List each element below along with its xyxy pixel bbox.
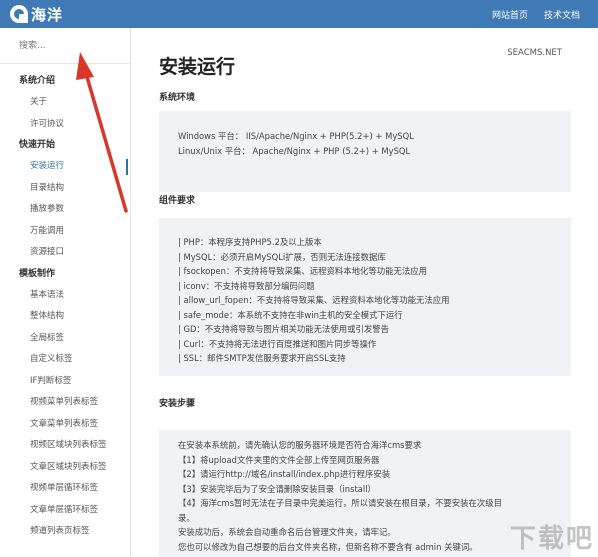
- environment-line: Linux/Unix 平台： Apache/Nginx + PHP (5.2+)…: [178, 145, 411, 156]
- install-step-line: 在安装本系统前，请先确认您的服务器环境是否符合海洋cms要求: [178, 440, 422, 450]
- section-heading-environment: 系统环境: [159, 93, 196, 103]
- site-logo[interactable]: 海洋: [10, 4, 63, 24]
- site-tag: SEACMS.NET: [507, 48, 562, 58]
- nav-link-docs[interactable]: 技术文档: [544, 8, 580, 21]
- install-step-line: 【3】安装完毕后为了安全请删除安装目录（install）: [178, 483, 376, 494]
- component-line: | MySQL：必须开启MySQLi扩展，否则无法连接数据库: [178, 251, 386, 262]
- sidebar-item-custom-tags[interactable]: 自定义标签: [0, 349, 130, 371]
- component-line: | Curl：不支持将无法进行百度推送和图片同步等操作: [178, 338, 377, 349]
- watermark: 下载吧: [509, 524, 594, 554]
- top-nav: 网站首页 技术文档: [476, 0, 580, 28]
- top-navigation-bar: 海洋 网站首页 技术文档: [0, 0, 598, 28]
- install-step-line: 【2】请运行http://域名/install/index.php进行程序安装: [178, 469, 391, 479]
- sidebar-item-universal-call[interactable]: 万能调用: [0, 221, 130, 243]
- sidebar-item-video-block-list-tags[interactable]: 视频区域块列表标签: [0, 435, 130, 457]
- sidebar-item-article-block-list-tags[interactable]: 文章区域块列表标签: [0, 457, 130, 479]
- nav-link-home[interactable]: 网站首页: [492, 8, 528, 21]
- page-title: 安装运行: [159, 56, 236, 78]
- component-line: | safe_mode：本系统不支持在非win主机的安全模式下运行: [178, 309, 403, 320]
- component-line: | fsockopen：不支持将导致采集、远程资料本地化等功能无法应用: [178, 266, 427, 276]
- sidebar-item-video-loop-tags[interactable]: 视频单层循环标签: [0, 478, 130, 500]
- nav-group-template-making: 模板制作: [19, 268, 56, 279]
- sidebar-item-resource-api[interactable]: 资源接口: [0, 242, 130, 264]
- environment-block: Windows 平台： IIS/Apache/Nginx + PHP(5.2+)…: [159, 111, 571, 192]
- section-heading-components: 组件要求: [159, 196, 196, 206]
- component-line: | allow_url_fopen：不支持将导致采集、远程资料本地化等功能无法应…: [178, 295, 450, 305]
- install-step-line: 【1】将upload文件夹里的文件全部上传至网页服务器: [178, 454, 380, 465]
- sidebar-item-article-menu-list-tags[interactable]: 文章菜单列表标签: [0, 414, 130, 436]
- nav-group-quick-start: 快速开始: [19, 140, 56, 150]
- sidebar-item-directory-structure[interactable]: 目录结构: [0, 178, 130, 200]
- sidebar-item-article-loop-tags[interactable]: 文章单层循环标签: [0, 500, 130, 522]
- sidebar-item-license[interactable]: 许可协议: [0, 114, 130, 136]
- component-line: | SSL：邮件SMTP发信服务要求开启SSL支持: [178, 353, 346, 363]
- sidebar-item-about[interactable]: 关于: [0, 92, 130, 114]
- environment-line: Windows 平台： IIS/Apache/Nginx + PHP(5.2+)…: [178, 131, 414, 141]
- component-line: | iconv：不支持将导致部分编码问题: [178, 280, 315, 291]
- nav-group-system-intro: 系统介绍: [19, 76, 56, 86]
- component-line: | GD：不支持将导致与图片相关功能无法使用或引发警告: [178, 324, 390, 334]
- main-content: SEACMS.NET 安装运行 系统环境 Windows 平台： IIS/Apa…: [131, 28, 598, 557]
- sidebar-item-basic-syntax[interactable]: 基本语法: [0, 285, 130, 307]
- components-block: | PHP：本程序支持PHP5.2及以上版本 | MySQL：必须开启MySQL…: [159, 218, 571, 376]
- sidebar-item-player-params[interactable]: 播放参数: [0, 199, 130, 221]
- component-line: | PHP：本程序支持PHP5.2及以上版本: [178, 237, 322, 247]
- install-step-line: 【4】海洋cms暂时无法在子目录中完美运行，所以请安装在根目录，不要安装在次级目: [178, 498, 502, 508]
- sidebar-item-overall-structure[interactable]: 整体结构: [0, 306, 130, 328]
- sidebar-item-global-tags[interactable]: 全局标签: [0, 328, 130, 350]
- sidebar-nav: 系统介绍 关于 许可协议 快速开始 安装运行 目录结构 播放参数 万能调用 资源…: [0, 71, 130, 543]
- sidebar-item-if-tags[interactable]: IF判断标签: [0, 371, 130, 393]
- sidebar: 系统介绍 关于 许可协议 快速开始 安装运行 目录结构 播放参数 万能调用 资源…: [0, 28, 131, 557]
- logo-icon: [10, 5, 28, 23]
- search-box: [0, 28, 130, 64]
- section-heading-install-steps: 安装步骤: [159, 399, 196, 409]
- logo-text: 海洋: [31, 5, 64, 24]
- search-input[interactable]: [0, 28, 120, 64]
- sidebar-item-install-run[interactable]: 安装运行: [0, 156, 130, 178]
- sidebar-item-video-menu-list-tags[interactable]: 视频菜单列表标签: [0, 392, 130, 414]
- sidebar-item-channel-list-tags[interactable]: 频道列表页标签: [0, 521, 130, 543]
